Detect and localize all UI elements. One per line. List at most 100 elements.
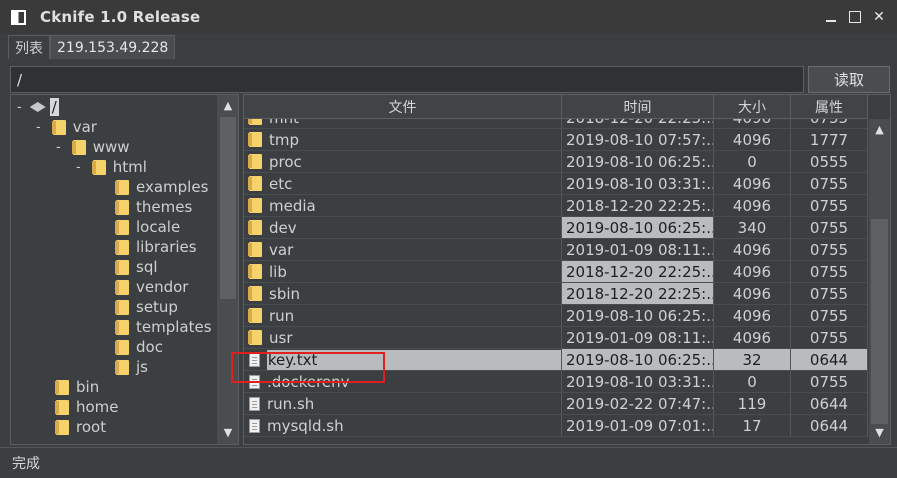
cell-name[interactable]: tmp xyxy=(244,129,562,151)
tree-item-label: www xyxy=(92,138,130,156)
table-row[interactable]: run.sh 2019-02-22 07:47:... 119 0644 xyxy=(244,393,868,415)
tree-item-label: var xyxy=(72,118,97,136)
collapse-toggle[interactable]: - xyxy=(17,100,22,115)
path-input[interactable]: / xyxy=(10,66,804,93)
tree-item-themes[interactable]: themes xyxy=(115,197,192,217)
table-row[interactable]: mysqld.sh 2019-01-09 07:01:... 17 0644 xyxy=(244,415,868,437)
table-row[interactable]: dev 2019-08-10 06:25:... 340 0755 xyxy=(244,217,868,239)
window-title: Cknife 1.0 Release xyxy=(40,8,201,26)
column-header-time[interactable]: 时间 xyxy=(562,95,714,119)
cell-time: 2018-12-20 22:25:... xyxy=(562,195,714,217)
tree-scrollbar[interactable]: ▲ ▼ xyxy=(217,95,238,444)
tree-item-root[interactable]: root xyxy=(55,417,106,437)
column-header-attr[interactable]: 属性 xyxy=(791,95,868,119)
tree-item-bin[interactable]: bin xyxy=(55,377,100,397)
tree-item-label: bin xyxy=(76,378,100,396)
file-name: etc xyxy=(269,174,293,193)
tree-item-label: / xyxy=(49,98,59,116)
file-scrollbar[interactable]: ▲ ▼ xyxy=(869,119,890,444)
tree-item-root[interactable]: - / xyxy=(17,97,59,117)
tree-item-html[interactable]: - html xyxy=(76,157,147,177)
directory-tree: - / - var - www - html examples themes locale lib… xyxy=(10,94,239,445)
tab-list[interactable]: 列表 xyxy=(8,35,50,59)
cell-attr: 1777 xyxy=(791,129,868,151)
tab-host[interactable]: 219.153.49.228 xyxy=(50,35,176,59)
cell-attr: 0644 xyxy=(791,349,868,371)
table-row[interactable]: run 2019-08-10 06:25:... 4096 0755 xyxy=(244,305,868,327)
tree-item-locale[interactable]: locale xyxy=(115,217,180,237)
tree-item-www[interactable]: - www xyxy=(56,137,130,157)
collapse-toggle[interactable]: - xyxy=(76,160,81,175)
cell-size: 4096 xyxy=(714,327,791,349)
tree-item-examples[interactable]: examples xyxy=(115,177,208,197)
tree-item-templates[interactable]: templates xyxy=(115,317,212,337)
folder-icon xyxy=(248,286,262,301)
cell-name[interactable]: mysqld.sh xyxy=(244,415,562,437)
cell-name[interactable]: proc xyxy=(244,151,562,173)
cell-name[interactable]: etc xyxy=(244,173,562,195)
cell-size: 4096 xyxy=(714,239,791,261)
collapse-toggle[interactable]: - xyxy=(36,120,41,135)
column-header-size[interactable]: 大小 xyxy=(714,95,791,119)
tree-item-doc[interactable]: doc xyxy=(115,337,163,357)
maximize-button[interactable] xyxy=(843,6,867,28)
folder-icon xyxy=(115,179,129,195)
cell-name[interactable]: run.sh xyxy=(244,393,562,415)
cell-size: 32 xyxy=(714,349,791,371)
table-row[interactable]: lib 2018-12-20 22:25:... 4096 0755 xyxy=(244,261,868,283)
scroll-down-arrow-icon[interactable]: ▼ xyxy=(869,422,890,442)
table-row[interactable]: media 2018-12-20 22:25:... 4096 0755 xyxy=(244,195,868,217)
table-row[interactable]: etc 2019-08-10 03:31:... 4096 0755 xyxy=(244,173,868,195)
cell-name[interactable]: dev xyxy=(244,217,562,239)
tree-item-label: sql xyxy=(136,258,158,276)
table-row[interactable]: usr 2019-01-09 08:11:... 4096 0755 xyxy=(244,327,868,349)
cell-name[interactable]: usr xyxy=(244,327,562,349)
table-row[interactable]: var 2019-01-09 08:11:... 4096 0755 xyxy=(244,239,868,261)
cell-attr: 0755 xyxy=(791,283,868,305)
collapse-toggle[interactable]: - xyxy=(56,140,61,155)
scroll-up-arrow-icon[interactable]: ▲ xyxy=(869,119,890,139)
table-row[interactable]: tmp 2019-08-10 07:57:... 4096 1777 xyxy=(244,129,868,151)
tree-item-libraries[interactable]: libraries xyxy=(115,237,197,257)
tree-item-setup[interactable]: setup xyxy=(115,297,178,317)
text-file-icon xyxy=(249,418,260,433)
file-table-body: mnt2018-12-20 22:25:...40960755tmp2019-0… xyxy=(244,119,868,444)
column-header-name[interactable]: 文件 xyxy=(244,95,562,119)
cell-size: 4096 xyxy=(714,119,791,129)
cell-time: 2019-08-10 06:25:... xyxy=(562,217,714,239)
cell-time: 2018-12-20 22:25:... xyxy=(562,283,714,305)
tree-item-js[interactable]: js xyxy=(115,357,148,377)
close-button[interactable]: ✕ xyxy=(867,6,891,28)
tree-item-label: js xyxy=(136,358,148,376)
cell-name[interactable]: sbin xyxy=(244,283,562,305)
tree-item-label: vendor xyxy=(136,278,189,296)
cell-size: 4096 xyxy=(714,195,791,217)
cell-name[interactable]: var xyxy=(244,239,562,261)
minimize-button[interactable] xyxy=(819,6,843,28)
cell-attr: 0755 xyxy=(791,261,868,283)
file-list: 文件 时间 大小 属性 mnt2018-12-20 22:25:...40960… xyxy=(243,94,891,445)
highlight-annotation-box xyxy=(231,352,385,383)
file-name: usr xyxy=(269,328,293,347)
tree-item-home[interactable]: home xyxy=(55,397,119,417)
file-scroll-thumb[interactable] xyxy=(871,219,888,424)
tree-scroll-thumb[interactable] xyxy=(220,117,236,299)
read-button[interactable]: 读取 xyxy=(808,66,890,93)
cell-size: 119 xyxy=(714,393,791,415)
table-row[interactable]: mnt 2018-12-20 22:25:...40960755 xyxy=(244,119,868,129)
folder-icon xyxy=(55,419,69,435)
tree-item-vendor[interactable]: vendor xyxy=(115,277,189,297)
table-row[interactable]: proc 2019-08-10 06:25:... 0 0555 xyxy=(244,151,868,173)
tree-item-var[interactable]: - var xyxy=(36,117,97,137)
cell-name[interactable]: lib xyxy=(244,261,562,283)
app-window-icon xyxy=(11,9,26,25)
tree-item-sql[interactable]: sql xyxy=(115,257,158,277)
cell-time: 2019-02-22 07:47:... xyxy=(562,393,714,415)
cell-name[interactable]: run xyxy=(244,305,562,327)
scroll-down-arrow-icon[interactable]: ▼ xyxy=(217,422,238,442)
cell-name[interactable]: mnt xyxy=(244,119,562,129)
cell-name[interactable]: media xyxy=(244,195,562,217)
cell-time: 2018-12-20 22:25:... xyxy=(562,261,714,283)
table-row[interactable]: sbin 2018-12-20 22:25:... 4096 0755 xyxy=(244,283,868,305)
scroll-up-arrow-icon[interactable]: ▲ xyxy=(217,95,238,115)
